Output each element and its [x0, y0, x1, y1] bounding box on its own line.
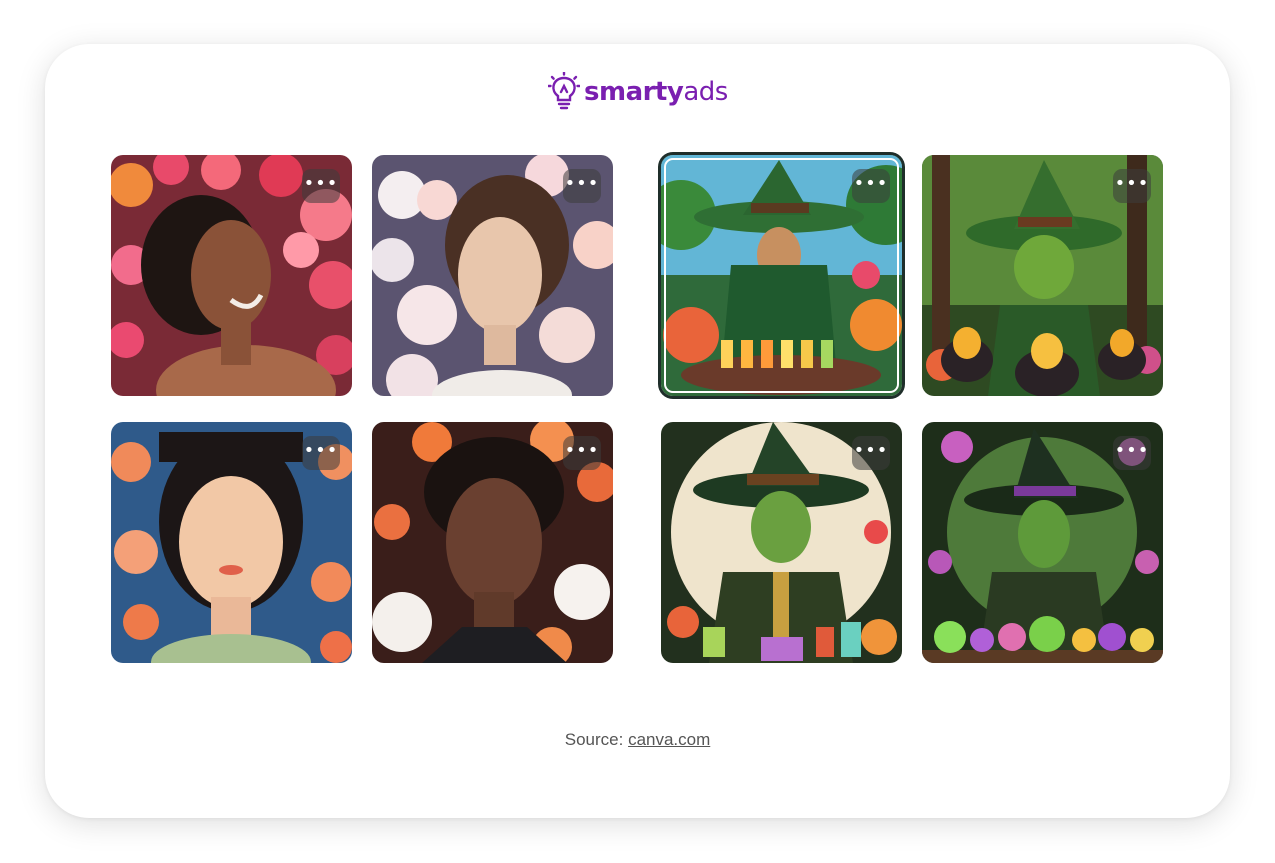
- more-options-icon[interactable]: •••: [563, 436, 601, 470]
- more-options-icon[interactable]: •••: [852, 436, 890, 470]
- source-prefix: Source:: [564, 730, 624, 749]
- source-caption: Source: canva.com: [0, 730, 1275, 750]
- image-tile-5[interactable]: •••: [111, 422, 352, 663]
- brand-wordmark: smartyads: [584, 77, 728, 107]
- more-options-icon[interactable]: •••: [302, 436, 340, 470]
- more-options-icon[interactable]: •••: [563, 169, 601, 203]
- image-tile-2[interactable]: •••: [372, 155, 613, 396]
- source-link[interactable]: canva.com: [628, 730, 710, 749]
- more-options-icon[interactable]: •••: [1113, 169, 1151, 203]
- more-options-icon[interactable]: •••: [302, 169, 340, 203]
- image-tile-4[interactable]: •••: [922, 155, 1163, 396]
- more-options-icon[interactable]: •••: [852, 169, 890, 203]
- lightbulb-icon: [548, 72, 580, 110]
- brand-logo: smartyads: [548, 72, 728, 112]
- image-tile-7[interactable]: •••: [661, 422, 902, 663]
- more-options-icon[interactable]: •••: [1113, 436, 1151, 470]
- image-tile-6[interactable]: •••: [372, 422, 613, 663]
- image-tile-3[interactable]: •••: [661, 155, 902, 396]
- image-tile-1[interactable]: •••: [111, 155, 352, 396]
- image-tile-8[interactable]: •••: [922, 422, 1163, 663]
